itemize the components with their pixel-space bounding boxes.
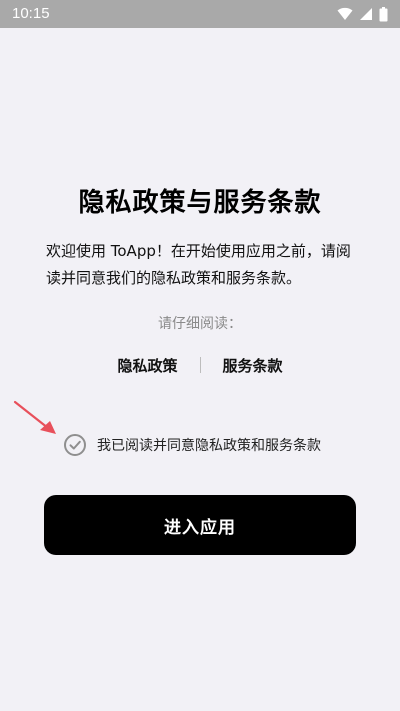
terms-of-service-link[interactable]: 服务条款 [201, 355, 305, 376]
page-title: 隐私政策与服务条款 [78, 188, 322, 218]
check-circle-icon[interactable] [63, 433, 87, 457]
read-hint: 请仔细阅读： [158, 316, 242, 332]
intro-text: 欢迎使用 ToApp！在开始使用应用之前，请阅读并同意我们的隐私政策和服务条款。 [46, 242, 351, 287]
status-bar: 10:15 [0, 0, 400, 28]
status-time: 10:15 [12, 5, 50, 22]
enter-app-button[interactable]: 进入应用 [44, 495, 356, 555]
policy-links: 隐私政策 服务条款 [0, 353, 400, 377]
consent-row[interactable]: 我已阅读并同意隐私政策和服务条款 [63, 432, 321, 458]
wifi-icon [337, 7, 353, 21]
battery-icon [379, 6, 388, 21]
annotation-arrow-icon [13, 400, 56, 434]
signal-icon [360, 8, 372, 20]
status-icons [337, 6, 388, 22]
enter-app-button-label: 进入应用 [164, 517, 236, 538]
privacy-policy-link[interactable]: 隐私政策 [95, 355, 199, 376]
consent-label: 我已阅读并同意隐私政策和服务条款 [97, 438, 321, 454]
